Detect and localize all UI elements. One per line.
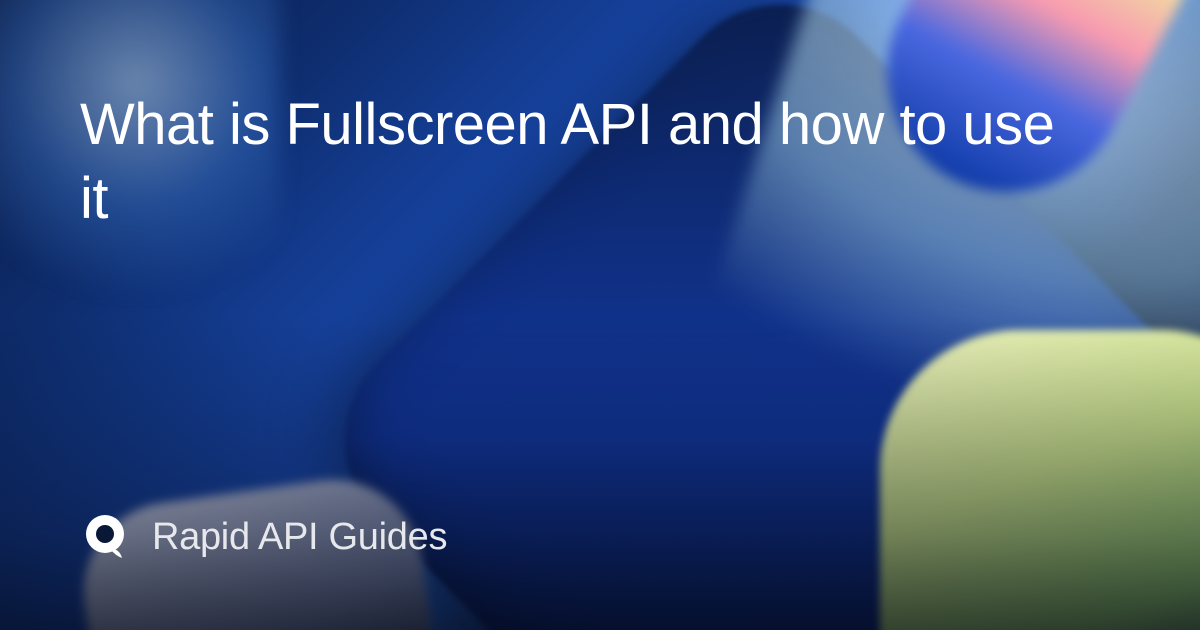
brand-label: Rapid API Guides	[152, 516, 447, 559]
brand-footer: Rapid API Guides	[80, 512, 1120, 562]
rapid-logo-icon	[80, 512, 130, 562]
content-container: What is Fullscreen API and how to use it…	[0, 0, 1200, 630]
page-title: What is Fullscreen API and how to use it	[80, 88, 1060, 236]
